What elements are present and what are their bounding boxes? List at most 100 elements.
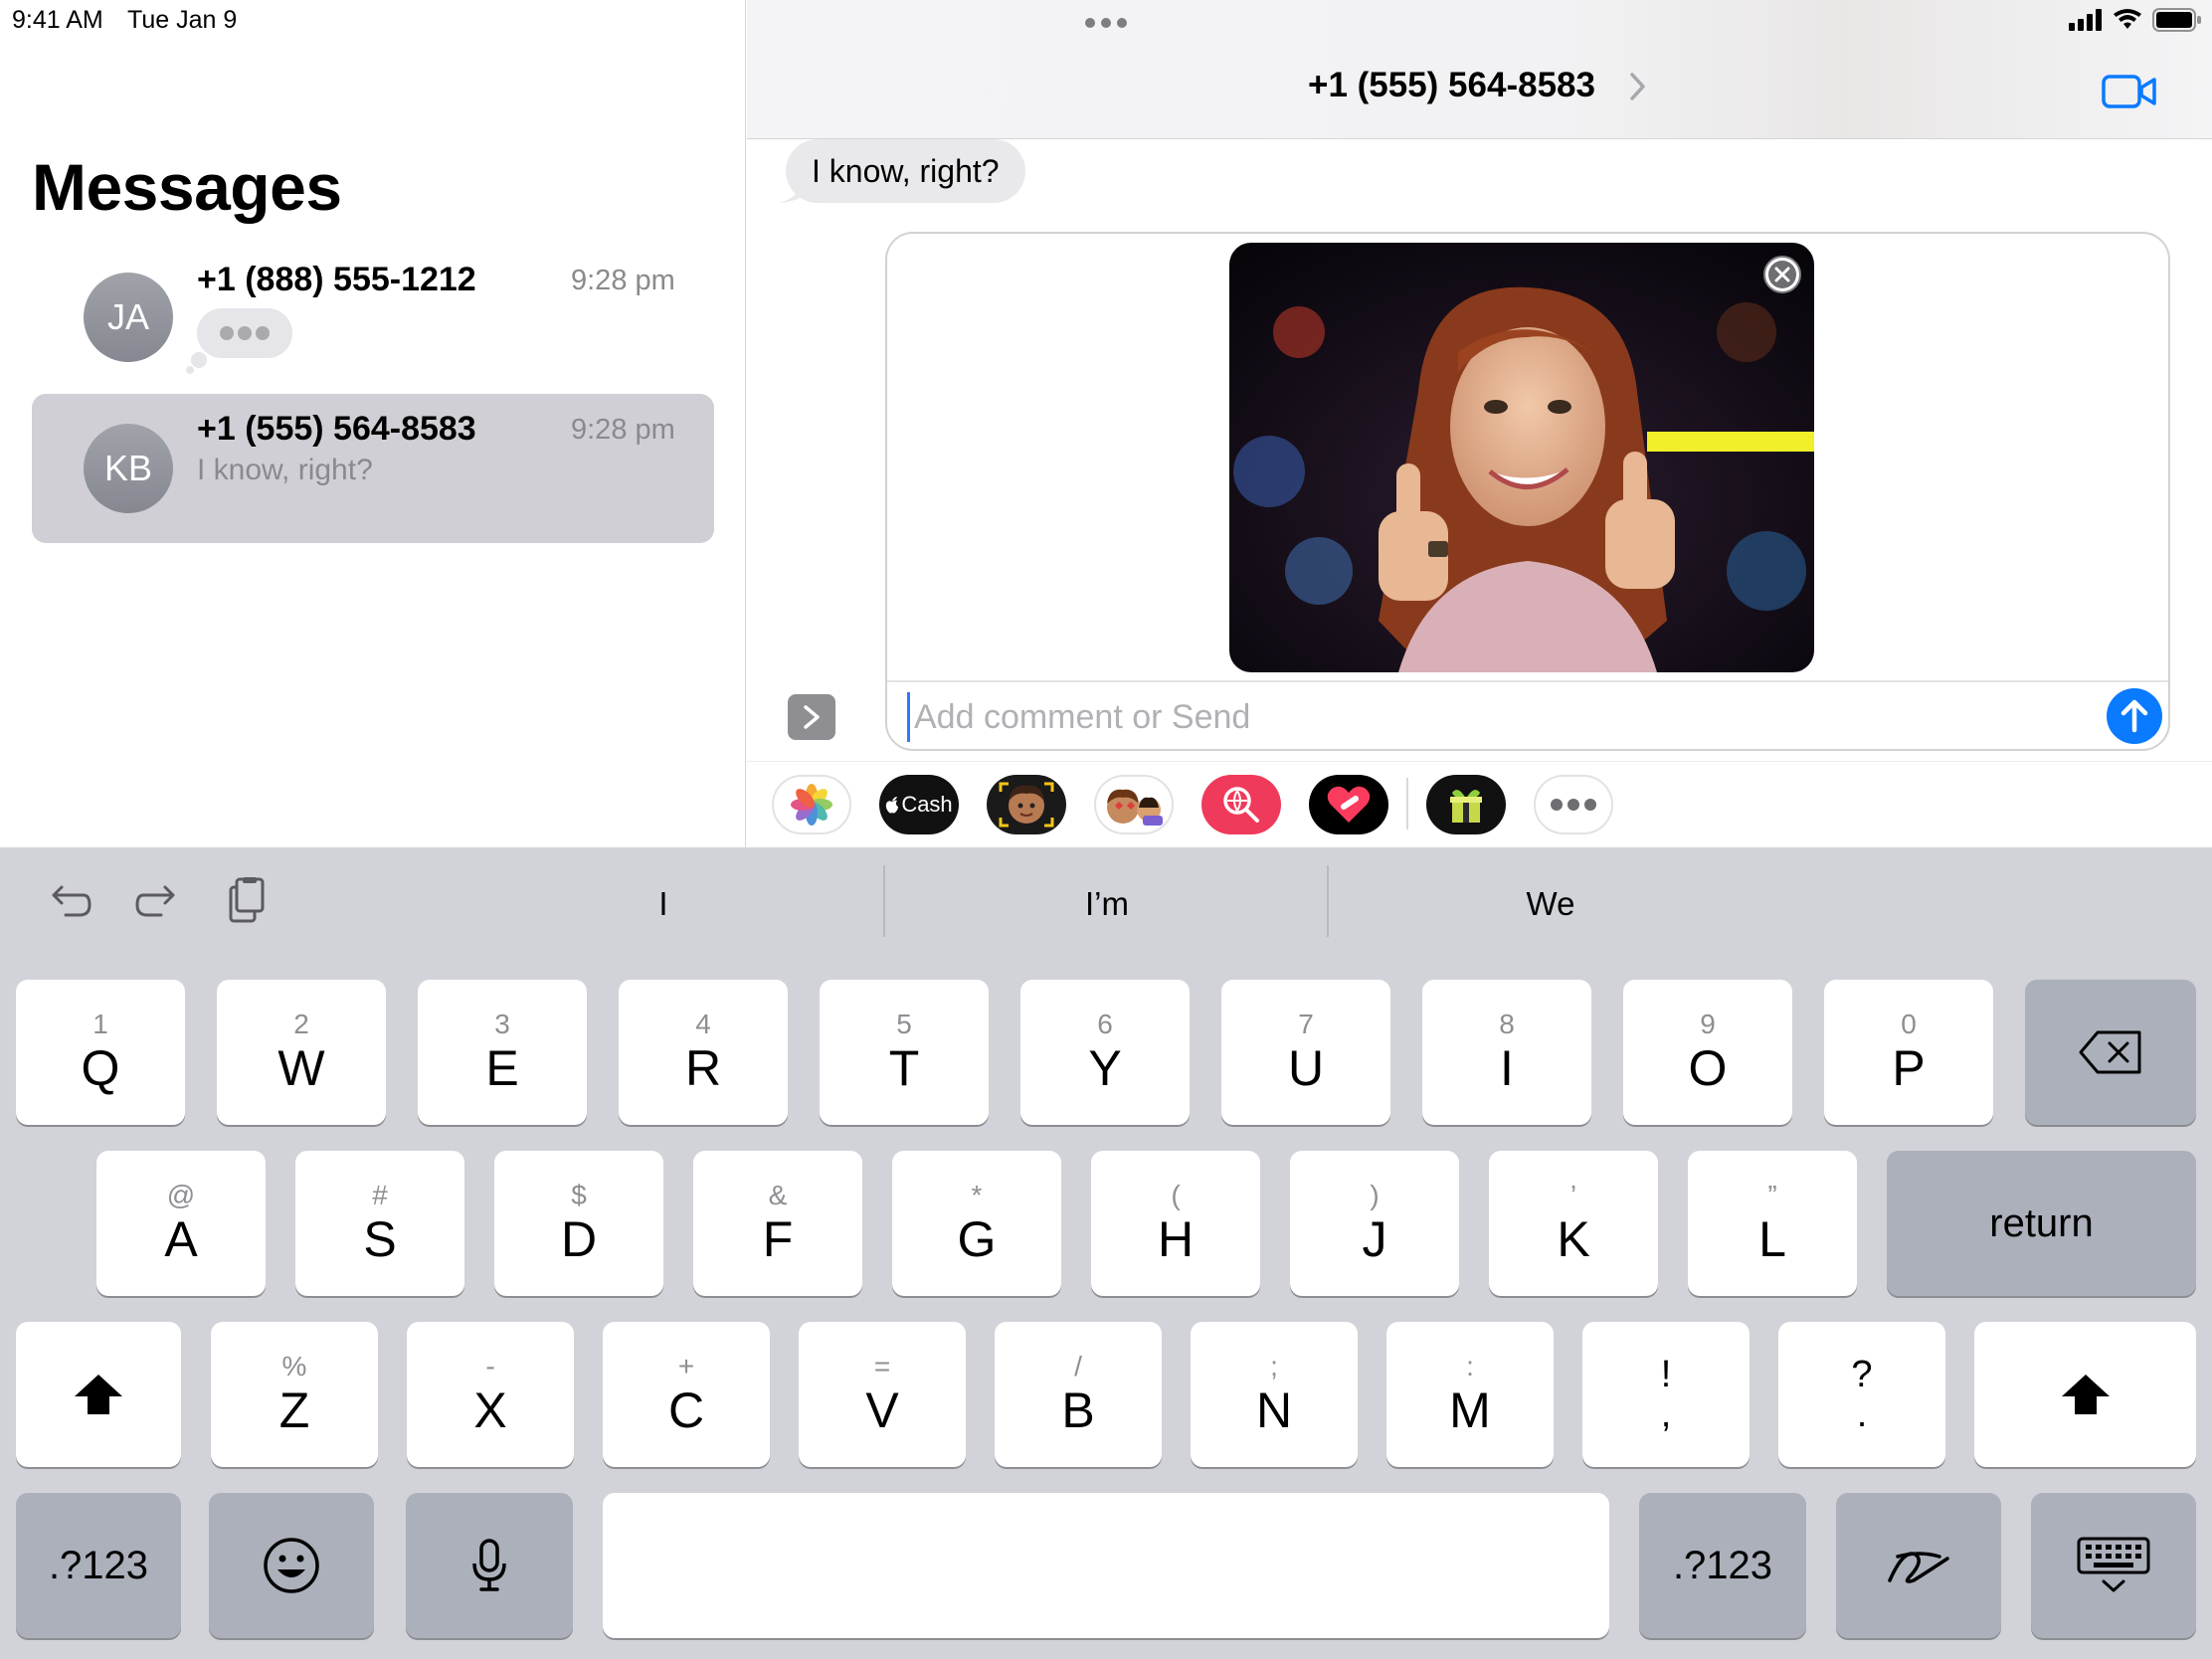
key-g[interactable]: * G	[892, 1151, 1061, 1296]
key-d[interactable]: $ D	[494, 1151, 663, 1296]
wifi-icon	[2114, 9, 2141, 29]
suggestion-separator	[883, 865, 885, 937]
key-q[interactable]: 1Q	[16, 980, 185, 1125]
key-period[interactable]: ?.	[1778, 1322, 1945, 1467]
shift-icon	[75, 1375, 122, 1414]
space-bar[interactable]	[603, 1493, 1609, 1638]
typing-indicator-icon	[186, 308, 292, 374]
key-a[interactable]: @ A	[96, 1151, 266, 1296]
message-input[interactable]	[907, 692, 2101, 742]
return-key[interactable]: return	[1887, 1151, 2196, 1296]
avatar-initials: KB	[103, 448, 153, 488]
return-label: return	[1989, 1200, 2094, 1245]
avatar: JA	[84, 273, 173, 362]
battery-icon	[2152, 8, 2201, 32]
key-u[interactable]: 7U	[1221, 980, 1390, 1125]
apple-logo-icon	[886, 797, 899, 814]
heart-icon	[1327, 786, 1371, 823]
chevron-right-icon[interactable]	[1629, 72, 1647, 101]
key-b[interactable]: / B	[995, 1322, 1162, 1467]
send-button[interactable]	[2107, 688, 2162, 744]
numbers-key-left[interactable]: .?123	[16, 1493, 181, 1638]
gift-icon	[1450, 790, 1482, 823]
shift-icon	[2061, 1375, 2110, 1414]
digital-touch-button[interactable]	[1309, 775, 1388, 834]
delete-key[interactable]	[2025, 980, 2196, 1125]
key-f[interactable]: & F	[693, 1151, 862, 1296]
key-c[interactable]: + C	[603, 1322, 770, 1467]
key-w[interactable]: 2W	[217, 980, 386, 1125]
page-title: Messages	[32, 150, 342, 224]
redo-icon[interactable]	[133, 877, 183, 927]
arrow-up-icon	[2120, 699, 2148, 733]
incoming-message-bubble[interactable]: I know, right?	[786, 139, 1025, 203]
key-i[interactable]: 8I	[1422, 980, 1591, 1125]
key-o[interactable]: 9O	[1623, 980, 1792, 1125]
suggestion-3[interactable]: We	[1448, 871, 1653, 937]
key-l[interactable]: ” L	[1688, 1151, 1857, 1296]
key-y[interactable]: 6Y	[1020, 980, 1190, 1125]
image-search-button[interactable]	[1201, 775, 1281, 834]
keyboard-dismiss-icon	[2077, 1537, 2150, 1592]
emoji-key[interactable]	[209, 1493, 374, 1638]
conversation-preview: I know, right?	[197, 454, 373, 486]
status-date: Tue Jan 9	[127, 6, 238, 34]
photos-app-button[interactable]	[772, 775, 851, 834]
key-m[interactable]: :M	[1386, 1322, 1554, 1467]
scribble-icon	[1888, 1552, 1949, 1583]
key-e[interactable]: 3E	[418, 980, 587, 1125]
numbers-key-right[interactable]: .?123	[1639, 1493, 1806, 1638]
more-apps-button[interactable]	[1534, 775, 1613, 834]
video-call-icon[interactable]	[2102, 74, 2157, 109]
remove-attachment-icon[interactable]	[1762, 255, 1802, 294]
dictation-key[interactable]	[406, 1493, 573, 1638]
suggestion-2[interactable]: I’m	[1005, 871, 1209, 937]
key-p[interactable]: 0P	[1824, 980, 1993, 1125]
conversation-name: +1 (888) 555-1212	[197, 261, 476, 298]
key-v[interactable]: = V	[799, 1322, 966, 1467]
memoji-stickers-button[interactable]	[1094, 775, 1174, 834]
shift-key-left[interactable]	[16, 1322, 181, 1467]
dismiss-keyboard-key[interactable]	[2031, 1493, 2196, 1638]
suggestion-1[interactable]: I	[589, 871, 738, 937]
apple-cash-button[interactable]: Cash	[879, 775, 959, 834]
key-j[interactable]: ) J	[1290, 1151, 1459, 1296]
multitasking-menu-icon[interactable]	[1082, 14, 1130, 32]
gift-app-button[interactable]	[1426, 775, 1506, 834]
conversation-time: 9:28 pm	[571, 265, 675, 296]
gif-attachment[interactable]	[1229, 243, 1814, 672]
chat-title[interactable]: +1 (555) 564-8583	[1308, 66, 1595, 105]
key-x[interactable]: -X	[407, 1322, 574, 1467]
key-n[interactable]: ; N	[1191, 1322, 1358, 1467]
key-k[interactable]: ’ K	[1489, 1151, 1658, 1296]
key-z[interactable]: % Z	[211, 1322, 378, 1467]
key-comma[interactable]: !,	[1582, 1322, 1750, 1467]
conversation-row-selected[interactable]: KB +1 (555) 564-8583 9:28 pm I know, rig…	[32, 394, 714, 543]
compose-divider	[887, 680, 2168, 682]
expand-apps-button[interactable]	[788, 694, 835, 740]
image-search-icon	[1223, 787, 1259, 823]
microphone-icon	[472, 1539, 506, 1591]
conversation-row[interactable]: JA +1 (888) 555-1212 9:28 pm	[32, 245, 714, 394]
key-h[interactable]: (H	[1091, 1151, 1260, 1296]
avatar-initials: JA	[106, 296, 149, 337]
conversation-time: 9:28 pm	[571, 414, 675, 446]
status-time: 9:41 AM	[12, 6, 103, 34]
paste-icon[interactable]	[223, 875, 273, 925]
conversation-name: +1 (555) 564-8583	[197, 410, 476, 448]
undo-icon[interactable]	[44, 877, 93, 927]
memoji-stickers-icon	[1107, 789, 1163, 826]
numbers-label: .?123	[48, 1543, 149, 1587]
app-strip-separator	[1406, 778, 1408, 830]
handwriting-key[interactable]	[1836, 1493, 2001, 1638]
cellular-signal-icon	[2069, 9, 2102, 31]
message-text: I know, right?	[812, 152, 1000, 189]
key-s[interactable]: # S	[295, 1151, 464, 1296]
memoji-camera-button[interactable]	[987, 775, 1066, 834]
numbers-label: .?123	[1672, 1543, 1773, 1587]
shift-key-right[interactable]	[1974, 1322, 2196, 1467]
avatar: KB	[84, 424, 173, 513]
key-r[interactable]: 4R	[619, 980, 788, 1125]
more-apps-icon	[1551, 799, 1596, 811]
key-t[interactable]: 5T	[820, 980, 989, 1125]
